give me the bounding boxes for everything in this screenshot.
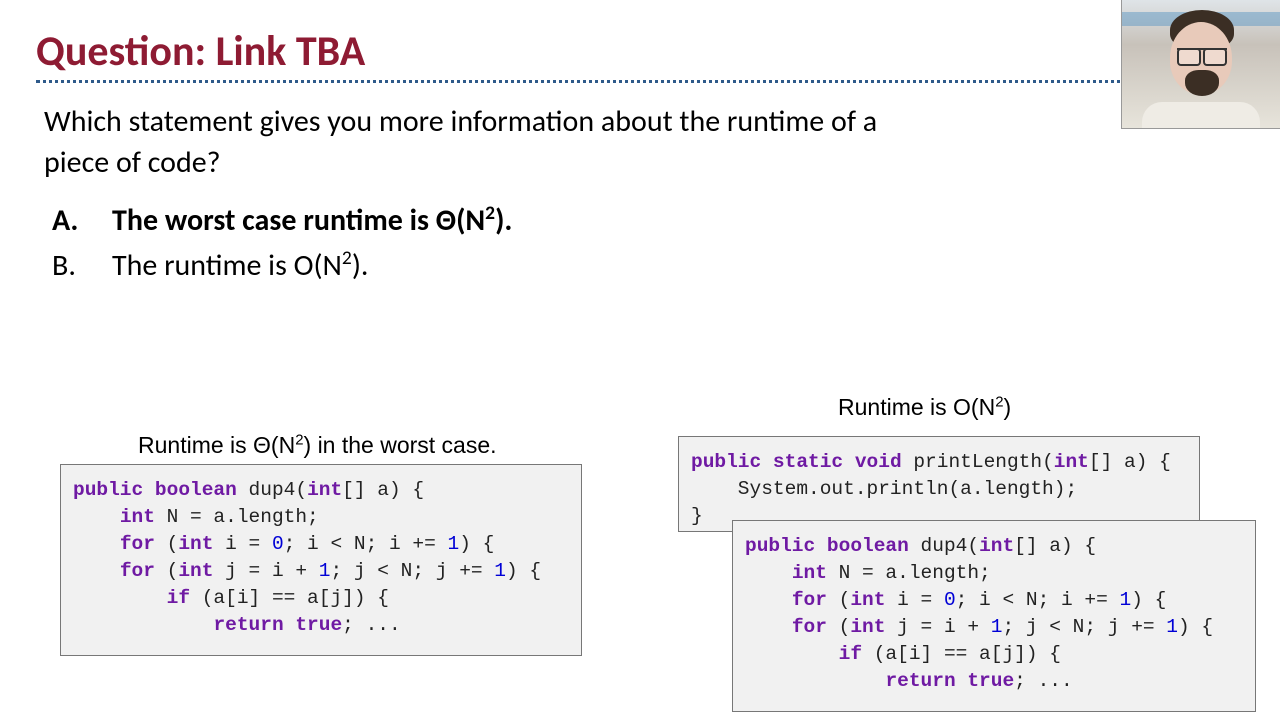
code-box-bottom-right: public boolean dup4(int[] a) { int N = a… — [732, 520, 1256, 712]
code-printlength: public static void printLength(int[] a) … — [691, 449, 1189, 530]
code-box-top-right: public static void printLength(int[] a) … — [678, 436, 1200, 532]
code-dup4-right: public boolean dup4(int[] a) { int N = a… — [745, 533, 1245, 694]
slide: Question: Link TBA Which statement gives… — [0, 0, 1280, 720]
left-caption: Runtime is Θ(N2) in the worst case. — [138, 432, 497, 459]
question-text: Which statement gives you more informati… — [44, 102, 924, 183]
webcam-overlay — [1121, 0, 1280, 129]
option-b-text: The runtime is O(N2). — [112, 243, 368, 288]
option-a-letter: A. — [52, 198, 112, 243]
option-a-text: The worst case runtime is Θ(N2). — [112, 198, 512, 243]
option-b-letter: B. — [52, 243, 112, 288]
slide-title: Question: Link TBA — [36, 26, 365, 77]
code-dup4-left: public boolean dup4(int[] a) { int N = a… — [73, 477, 571, 638]
right-caption: Runtime is O(N2) — [838, 394, 1011, 421]
code-box-left: public boolean dup4(int[] a) { int N = a… — [60, 464, 582, 656]
answer-options: A. The worst case runtime is Θ(N2). B. T… — [52, 198, 512, 288]
option-a: A. The worst case runtime is Θ(N2). — [52, 198, 512, 243]
option-b: B. The runtime is O(N2). — [52, 243, 512, 288]
title-underline — [36, 80, 1236, 83]
